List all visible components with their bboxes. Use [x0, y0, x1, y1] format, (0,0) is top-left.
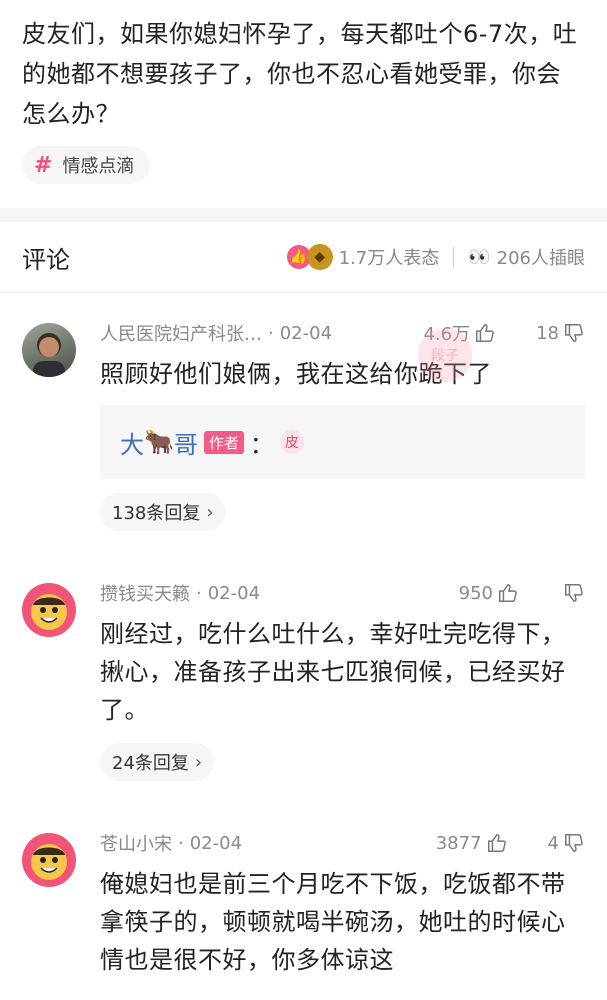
comments-header: 评论 👍 ◆ 1.7万人表态 👀 206人插眼	[0, 222, 607, 293]
dislike-count: 18	[536, 322, 559, 344]
comments-title: 评论	[22, 245, 70, 274]
comment-text: 刚经过，吃什么吐什么，幸好吐完吃得下，揪心，准备孩子出来七匹狼伺候，已经买好了。	[100, 620, 566, 724]
reactions-count[interactable]: 1.7万人表态	[339, 244, 440, 270]
replies-button[interactable]: 24条回复 ›	[100, 743, 215, 781]
meta-dot: ·	[268, 322, 274, 344]
replies-button[interactable]: 138条回复 ›	[100, 493, 226, 531]
replies-count: 138条回复	[112, 503, 201, 524]
thumbs-down-icon	[565, 324, 583, 342]
chevron-right-icon: ›	[194, 751, 203, 773]
thumbs-up-icon	[487, 834, 506, 852]
comment-author[interactable]: 苍山小宋	[100, 830, 172, 856]
stats-separator	[453, 247, 455, 267]
thumbs-up-icon	[476, 324, 494, 342]
eyes-icon: 👀	[468, 246, 491, 268]
comment-date: 02-04	[189, 832, 243, 854]
dislike-count: 4	[547, 832, 559, 854]
pi-sticker-icon: 皮	[279, 430, 304, 454]
comment-meta: 攒钱买天籁 · 02-04 950	[100, 575, 585, 611]
meta-dot: ·	[178, 832, 184, 854]
comment-meta: 苍山小宋 · 02-04 3877 4	[100, 825, 585, 861]
author-reply-preview[interactable]: 大 🐂 哥 作者 ： 皮	[100, 405, 585, 479]
reactions-button[interactable]: 👍 ◆	[286, 244, 333, 270]
like-button[interactable]: 3877	[436, 832, 508, 854]
comment-text: 照顾好他们娘俩，我在这给你跪下了	[100, 360, 492, 388]
comment-author[interactable]: 人民医院妇产科张…	[100, 320, 262, 346]
comment-date: 02-04	[207, 582, 261, 604]
topic-chip[interactable]: # 情感点滴	[22, 146, 151, 184]
thumbs-up-icon	[499, 584, 517, 602]
dislike-button[interactable]: 4	[548, 832, 585, 854]
comment-item: 苍山小宋 · 02-04 3877 4 俺媳妇也是前三个月吃不下饭，吃饭都不带拿…	[0, 781, 607, 979]
comment-item: 攒钱买天籁 · 02-04 950 刚经过，吃什么吐什么，幸好吐完吃得下，揪心，…	[0, 531, 607, 781]
like-button[interactable]: 950	[459, 582, 519, 604]
meta-dot: ·	[196, 582, 202, 604]
stares-count[interactable]: 206人插眼	[497, 244, 585, 270]
comment-text: 俺媳妇也是前三个月吃不下饭，吃饭都不带拿筷子的，顿顿就喝半碗汤，她吐的时候心情也…	[100, 870, 566, 974]
dislike-button[interactable]: 18	[536, 322, 585, 344]
topic-label: 情感点滴	[62, 156, 135, 177]
comment-author[interactable]: 攒钱买天籁	[100, 580, 190, 606]
reply-author-name-part2: 哥	[173, 430, 198, 459]
reply-colon: ：	[249, 430, 274, 459]
avatar[interactable]	[22, 583, 76, 637]
avatar[interactable]	[22, 833, 76, 887]
hash-icon: #	[34, 152, 53, 178]
avatar[interactable]	[22, 323, 76, 377]
thumbs-down-icon	[565, 834, 583, 852]
hat-bubble-icon: ◆	[306, 244, 333, 270]
dislike-button[interactable]	[559, 582, 585, 604]
comment-meta: 人民医院妇产科张… · 02-04 4.6万 18	[100, 315, 585, 351]
like-count: 3877	[435, 832, 482, 854]
comment-date: 02-04	[279, 322, 333, 344]
replies-count: 24条回复	[112, 753, 189, 774]
header-stats: 👍 ◆ 1.7万人表态 👀 206人插眼	[286, 244, 585, 270]
post-text: 皮友们，如果你媳妇怀孕了，每天都吐个6-7次，吐的她都不想要孩子了，你也不忍心看…	[22, 20, 578, 128]
comment-item: 人民医院妇产科张… · 02-04 4.6万 18 照顾好他们娘俩，我在这给你跪…	[0, 293, 607, 531]
chevron-right-icon: ›	[206, 501, 214, 523]
bull-emoji-icon: 🐂	[144, 428, 174, 456]
thumbs-down-icon	[565, 584, 583, 602]
reply-author-name-part1: 大	[120, 430, 144, 459]
post: 皮友们，如果你媳妇怀孕了，每天都吐个6-7次，吐的她都不想要孩子了，你也不忍心看…	[0, 0, 607, 184]
author-badge: 作者	[203, 430, 244, 454]
like-count: 950	[458, 582, 493, 604]
watermark-logo: 段子	[418, 328, 472, 382]
section-divider	[0, 208, 607, 222]
